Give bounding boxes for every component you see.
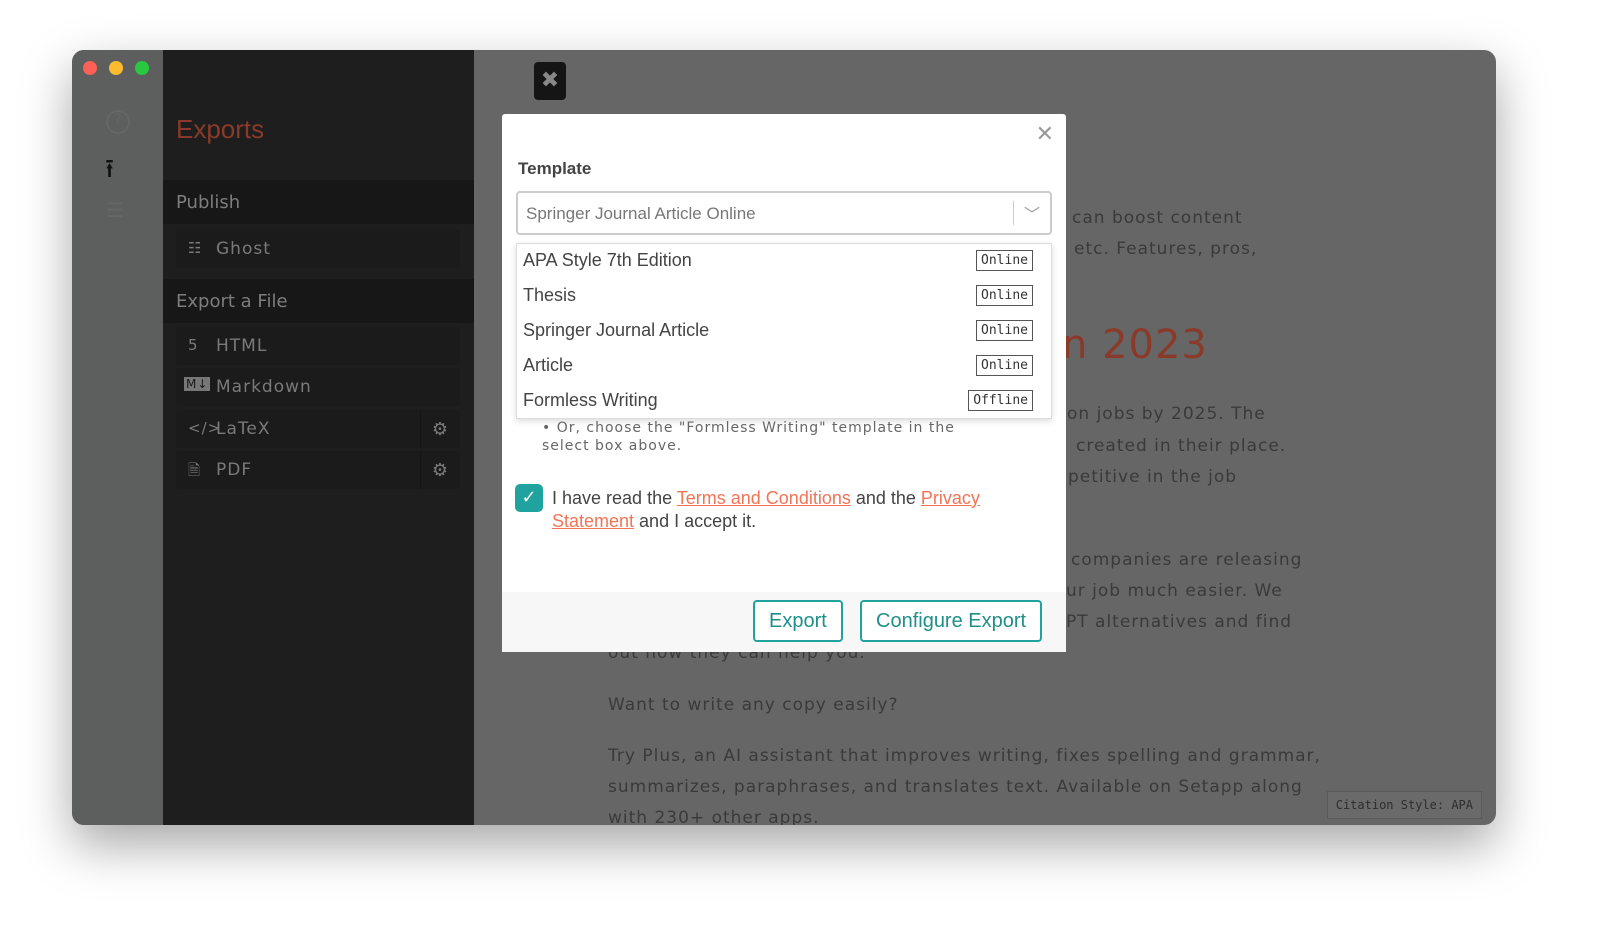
status-badge: Offline (968, 390, 1033, 411)
minimize-window-button[interactable] (109, 61, 123, 75)
accept-checkbox[interactable]: ✓ (515, 484, 543, 512)
export-section-header: Export a File (163, 279, 474, 323)
item-label: Ghost (216, 239, 271, 259)
close-window-button[interactable] (83, 61, 97, 75)
citation-style-indicator[interactable]: Citation Style: APA (1326, 791, 1482, 819)
bg-text: PT alternatives and find (1066, 612, 1293, 632)
dialog-footer: Export Configure Export (502, 592, 1066, 652)
export-dialog: ✕ Template Springer Journal Article Onli… (502, 114, 1066, 652)
bg-text: on jobs by 2025. The (1067, 404, 1266, 424)
bg-text: ur job much easier. We (1066, 581, 1283, 601)
status-badge: Online (976, 320, 1033, 341)
pdf-icon: 🗎 (188, 461, 202, 479)
gear-icon[interactable]: ⚙ (420, 451, 460, 489)
sidebar-title: Exports (176, 114, 265, 144)
icon-rail: ? ⭱ ☰ (72, 50, 163, 825)
chevron-down-icon: ﹀ (1023, 207, 1040, 224)
agree-text: and the (850, 488, 921, 508)
bg-text: summarizes, paraphrases, and translates … (608, 777, 1303, 797)
checkmark-icon: ✓ (521, 487, 537, 508)
list-icon[interactable]: ☰ (106, 198, 124, 222)
sidebar-item-markdown[interactable]: M↓ Markdown (176, 368, 460, 406)
sidebar-item-latex[interactable]: </> LaTeX ⚙ (176, 410, 460, 448)
item-label: HTML (216, 336, 268, 356)
sidebar-item-html[interactable]: 5 HTML (176, 327, 460, 365)
template-option[interactable]: Article Online (517, 349, 1051, 384)
bg-text: etc. Features, pros, (1074, 239, 1258, 259)
maximize-window-button[interactable] (135, 61, 149, 75)
upload-icon[interactable]: ⭱ (105, 150, 114, 194)
template-option[interactable]: Formless Writing Offline (517, 384, 1051, 419)
bg-text: with 230+ other apps. (608, 808, 820, 825)
item-label: PDF (216, 460, 253, 480)
agree-text: I have read the (552, 488, 677, 508)
item-label: Markdown (216, 377, 312, 397)
markdown-icon: M↓ (184, 377, 211, 391)
status-badge: Online (976, 355, 1033, 376)
ghost-icon: ☷ (188, 239, 203, 257)
close-dialog-button[interactable]: ✕ (1036, 122, 1054, 147)
option-name: APA Style 7th Edition (523, 250, 692, 270)
gear-icon[interactable]: ⚙ (420, 410, 460, 448)
option-name: Article (523, 355, 574, 375)
bg-text: companies are releasing (1071, 550, 1303, 570)
agree-text: and I accept it. (634, 511, 757, 531)
status-badge: Online (976, 250, 1033, 271)
agreement-text: I have read the Terms and Conditions and… (552, 487, 1022, 533)
template-option[interactable]: Thesis Online (517, 279, 1051, 314)
bg-text: Try Plus, an AI assistant that improves … (608, 746, 1321, 766)
template-dropdown: APA Style 7th Edition Online Thesis Online… (516, 243, 1052, 419)
selected-value: Springer Journal Article Online (526, 204, 756, 223)
bg-text: petitive in the job (1068, 467, 1238, 487)
close-sidebar-button[interactable]: ✖ (534, 62, 566, 100)
hint-text: Or, choose the "Formless Writing" templa… (542, 420, 955, 454)
publish-section-header: Publish (163, 180, 474, 224)
terms-link[interactable]: Terms and Conditions (677, 488, 851, 508)
template-select[interactable]: Springer Journal Article Online ﹀ (516, 191, 1052, 235)
option-name: Thesis (523, 285, 577, 305)
html5-icon: 5 (188, 336, 199, 354)
hint-note: • Or, choose the "Formless Writing" temp… (542, 420, 955, 454)
template-option[interactable]: APA Style 7th Edition Online (517, 244, 1051, 279)
status-badge: Online (976, 285, 1033, 306)
divider (1013, 201, 1014, 225)
sidebar-item-pdf[interactable]: 🗎 PDF ⚙ (176, 451, 460, 489)
bg-text: can boost content (1072, 208, 1243, 228)
bg-text: created in their place. (1076, 436, 1287, 456)
configure-export-button[interactable]: Configure Export (860, 600, 1043, 642)
template-option[interactable]: Springer Journal Article Online (517, 314, 1051, 349)
template-label: Template (518, 159, 592, 178)
code-icon: </> (188, 419, 222, 437)
option-name: Springer Journal Article (523, 320, 710, 340)
item-label: LaTeX (216, 419, 271, 439)
bg-heading: n 2023 (1062, 322, 1208, 368)
option-name: Formless Writing (523, 390, 658, 410)
help-icon[interactable]: ? (106, 110, 130, 134)
bg-text: Want to write any copy easily? (608, 695, 899, 715)
exports-sidebar: ✖ Exports Publish ☷ Ghost Export a File 5… (163, 50, 566, 825)
export-button[interactable]: Export (753, 600, 843, 642)
sidebar-item-ghost[interactable]: ☷ Ghost (176, 230, 460, 268)
